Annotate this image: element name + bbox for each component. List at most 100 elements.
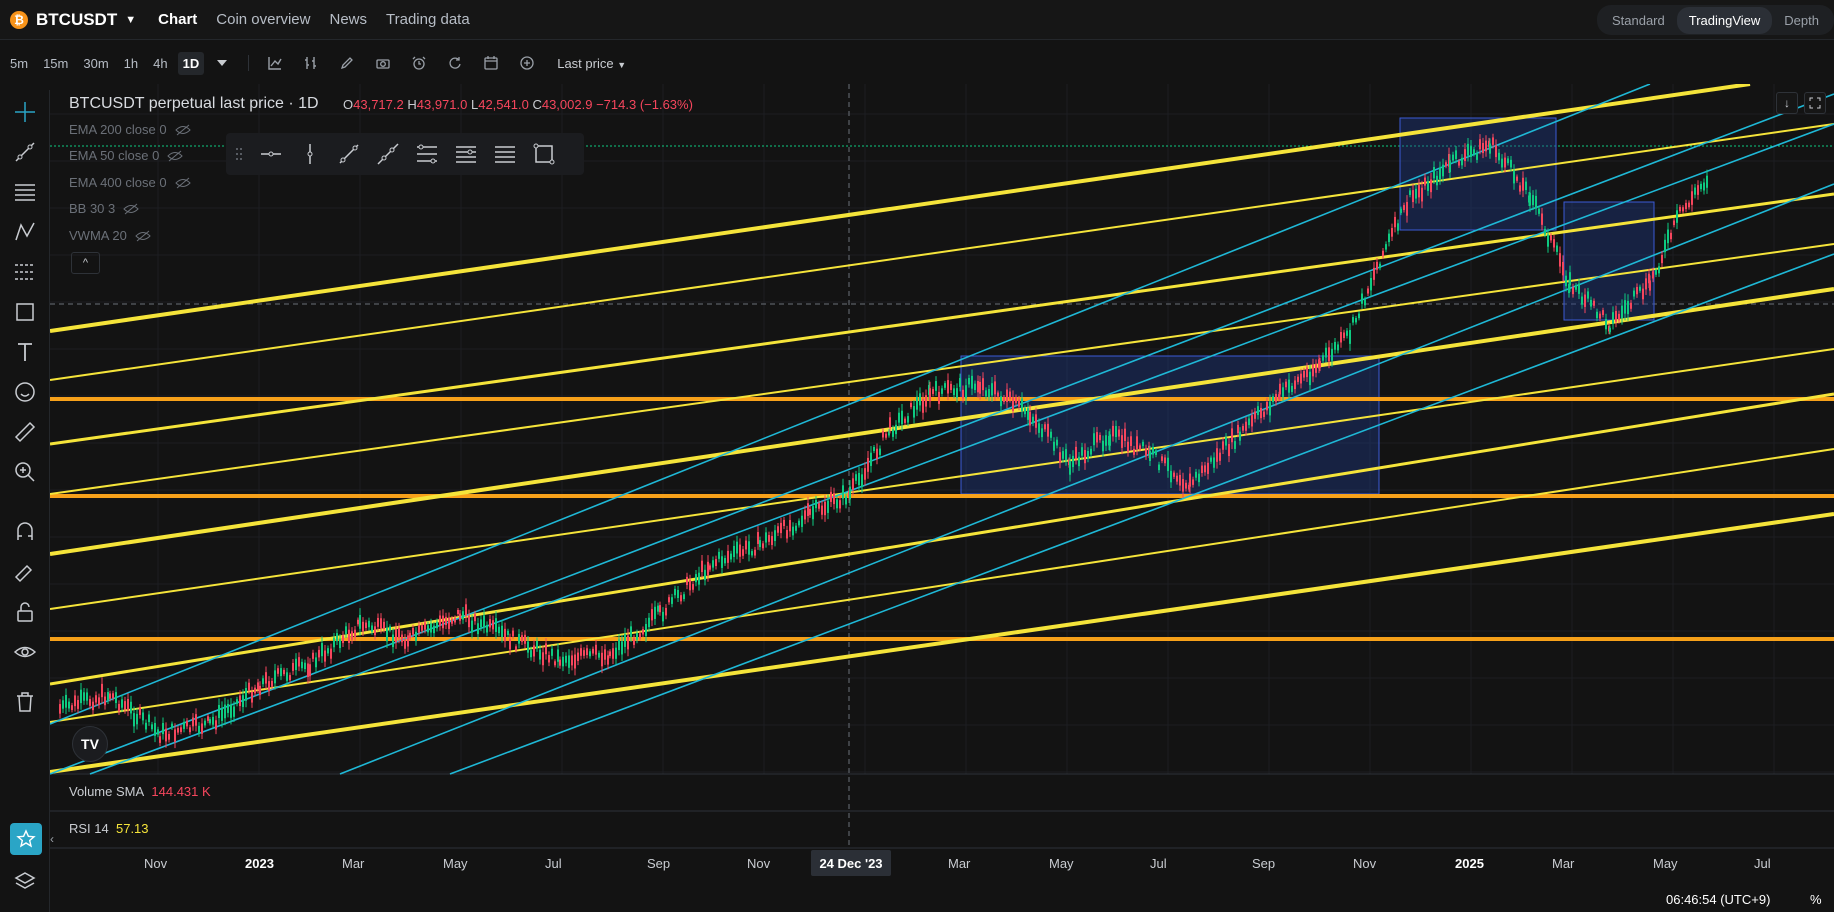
candle-body [1176, 475, 1178, 482]
fib-retracement-icon[interactable] [454, 142, 478, 166]
trendline-tool-icon[interactable] [11, 138, 39, 166]
chart-area[interactable] [50, 84, 1834, 912]
timeframe-1d[interactable]: 1D [177, 51, 205, 75]
candle-body [212, 716, 214, 725]
candle-body [71, 705, 73, 710]
mode-tradingview[interactable]: TradingView [1676, 6, 1773, 34]
price-type-selector[interactable]: Last price ▼ [557, 56, 626, 71]
candle-body [492, 620, 494, 630]
candle-body [1245, 421, 1247, 431]
fullscreen-button[interactable] [1804, 92, 1826, 114]
ohlc-readout: O43,717.2 H43,971.0 L42,541.0 C43,002.9 … [343, 97, 693, 112]
candle-body [477, 623, 479, 635]
unlock-icon[interactable] [11, 598, 39, 626]
candle-body [1210, 457, 1212, 462]
tab-news[interactable]: News [330, 0, 368, 40]
eye-hidden-icon[interactable] [174, 177, 191, 189]
trend-line-icon[interactable] [337, 142, 361, 166]
collapse-legend-button[interactable]: ^ [71, 252, 100, 274]
chart-type-icon[interactable] [266, 54, 284, 72]
rectangle-icon[interactable] [532, 142, 556, 166]
favorites-star-button[interactable] [10, 823, 42, 855]
replay-icon[interactable] [446, 54, 464, 72]
candle-body [1706, 175, 1708, 188]
parallel-channel-icon[interactable] [415, 142, 439, 166]
indicator-ema400[interactable]: EMA 400 close 0 [69, 175, 191, 190]
candle-body [142, 712, 144, 721]
indicator-ema50[interactable]: EMA 50 close 0 [69, 148, 184, 163]
candle-body [1587, 291, 1589, 299]
timeframe-1h[interactable]: 1h [119, 52, 143, 75]
add-plus-icon[interactable] [518, 54, 536, 72]
ruler-icon[interactable] [11, 418, 39, 446]
indicators-icon[interactable] [302, 54, 320, 72]
candle-body [932, 389, 934, 394]
drag-handle-icon[interactable] [234, 142, 244, 166]
camera-icon[interactable] [374, 54, 392, 72]
candle-body [1565, 275, 1567, 287]
price-chart-canvas[interactable] [50, 84, 1834, 912]
calendar-icon[interactable] [482, 54, 500, 72]
pattern-tool-icon[interactable] [11, 218, 39, 246]
magnet-icon[interactable] [11, 518, 39, 546]
candle-body [1029, 411, 1031, 426]
candle-body [991, 383, 993, 396]
candle-body [1476, 153, 1478, 160]
timeframe-5m[interactable]: 5m [5, 52, 33, 75]
timeframe-4h[interactable]: 4h [148, 52, 172, 75]
candle-body [1000, 396, 1002, 407]
text-tool-icon[interactable] [11, 338, 39, 366]
candle-body [1087, 450, 1089, 459]
timeframe-15m[interactable]: 15m [38, 52, 73, 75]
horizontal-lines-tool-icon[interactable] [11, 178, 39, 206]
horizontal-ray-icon[interactable] [259, 142, 283, 166]
fullscreen-icon [1809, 97, 1821, 109]
zoom-in-icon[interactable] [11, 458, 39, 486]
fib-tool-icon[interactable] [11, 258, 39, 286]
candle-body [648, 617, 650, 628]
vertical-line-icon[interactable] [298, 142, 322, 166]
emoji-icon[interactable] [11, 378, 39, 406]
extended-line-icon[interactable] [376, 142, 400, 166]
candle-body [815, 500, 817, 509]
indicator-ema200[interactable]: EMA 200 close 0 [69, 122, 191, 137]
candle-body [950, 383, 952, 390]
indicator-vwma[interactable]: VWMA 20 [69, 228, 151, 243]
horizontal-lines-icon[interactable] [493, 142, 517, 166]
candle-body [907, 416, 909, 423]
mode-standard[interactable]: Standard [1600, 7, 1677, 34]
crosshair-icon[interactable] [11, 98, 39, 126]
timeframe-dropdown-icon[interactable] [213, 54, 231, 72]
tab-coin-overview[interactable]: Coin overview [216, 0, 310, 40]
candle-body [1510, 159, 1512, 168]
candle-body [1044, 424, 1046, 430]
eye-hidden-icon[interactable] [123, 203, 139, 215]
tab-trading-data[interactable]: Trading data [386, 0, 470, 40]
mode-depth[interactable]: Depth [1772, 7, 1831, 34]
candle-body [701, 560, 703, 573]
candle-body [982, 378, 984, 391]
candle-body [762, 543, 764, 549]
layers-icon[interactable] [11, 868, 39, 896]
scroll-to-latest-button[interactable]: ↓ [1776, 92, 1798, 114]
eye-hidden-icon[interactable] [174, 124, 191, 136]
symbol-selector[interactable]: ₿ BTCUSDT ▼ [10, 10, 136, 30]
candle-body [1334, 341, 1336, 350]
candle-body [1385, 244, 1387, 250]
rectangle-tool-icon[interactable] [11, 298, 39, 326]
tab-chart[interactable]: Chart [158, 0, 197, 40]
lock-drawing-icon[interactable] [11, 558, 39, 586]
percent-scale-toggle[interactable]: % [1810, 892, 1822, 907]
eye-icon[interactable] [11, 638, 39, 666]
candle-body [1679, 206, 1681, 212]
indicator-bb[interactable]: BB 30 3 [69, 201, 139, 216]
eye-hidden-icon[interactable] [135, 230, 151, 242]
timeframe-30m[interactable]: 30m [78, 52, 113, 75]
candle-body [1075, 446, 1077, 459]
eye-hidden-icon[interactable] [167, 150, 184, 162]
chart-corner-buttons: ↓ [1776, 92, 1832, 114]
pencil-icon[interactable] [338, 54, 356, 72]
alarm-icon[interactable] [410, 54, 428, 72]
candle-body [1300, 373, 1302, 384]
trash-icon[interactable] [11, 688, 39, 716]
